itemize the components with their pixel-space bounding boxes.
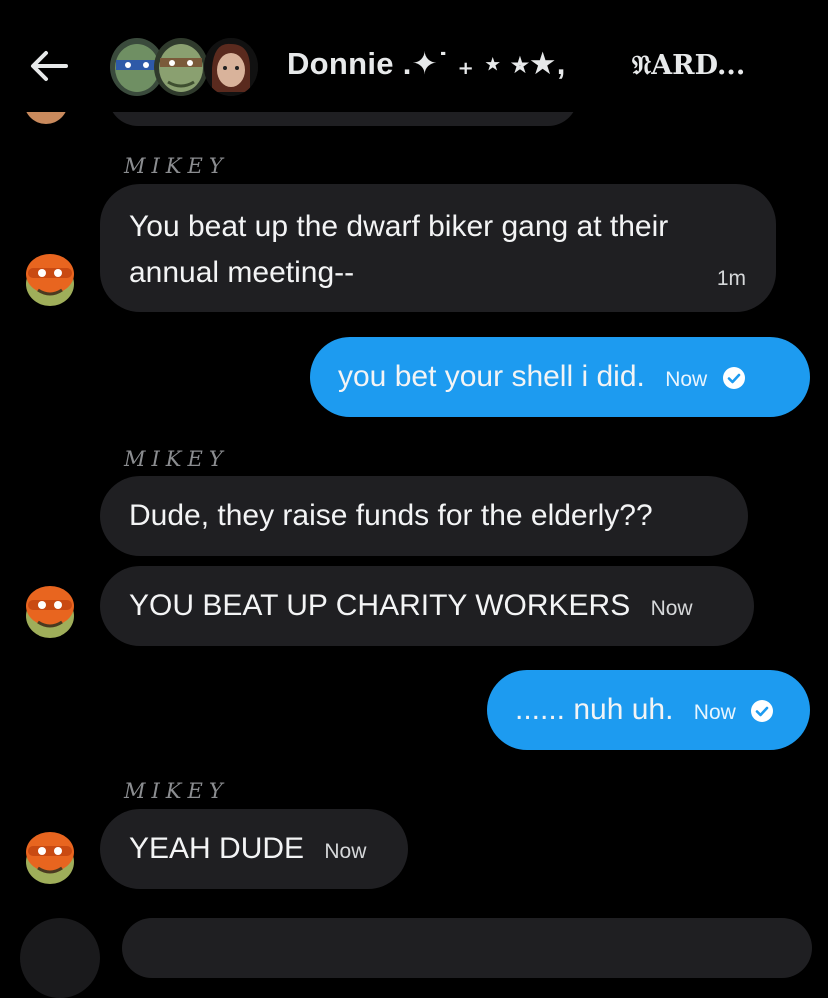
message-timestamp: Now (665, 368, 708, 391)
mikey-avatar[interactable] (20, 826, 80, 888)
incoming-message-bubble[interactable]: Dude, they raise funds for the elderly?? (100, 476, 748, 556)
message-timestamp: Now (693, 701, 736, 724)
group-avatars[interactable] (110, 36, 258, 100)
chat-header: Donnie .✦˙ ₊ ⋆ ⭒★, 𝔑ARD... (0, 0, 828, 112)
read-receipt-icon (751, 700, 774, 723)
message-timestamp: Now (650, 597, 693, 620)
composer-action-button[interactable] (20, 918, 100, 998)
message-text-line: annual meeting-- (129, 256, 355, 289)
message-text: YOU BEAT UP CHARITY WORKERS (129, 589, 631, 622)
message-text: YEAH DUDE (129, 832, 305, 865)
message-text-line: You beat up the dwarf biker gang at thei… (129, 210, 669, 243)
sender-name: MIKEY (124, 154, 229, 178)
message-timestamp: Now (324, 840, 367, 863)
group-avatar-3 (204, 38, 258, 96)
message-text: Dude, they raise funds for the elderly?? (129, 499, 653, 532)
outgoing-message-bubble[interactable]: you bet your shell i did. Now (310, 337, 810, 417)
incoming-message-bubble[interactable]: YOU BEAT UP CHARITY WORKERS Now (100, 566, 754, 646)
arrow-left-icon (31, 51, 68, 81)
incoming-message-bubble[interactable]: You beat up the dwarf biker gang at thei… (100, 184, 776, 312)
message-timestamp: 1m (716, 267, 746, 290)
incoming-message-bubble[interactable]: YEAH DUDE Now (100, 809, 408, 889)
mikey-avatar[interactable] (20, 248, 80, 310)
chat-title[interactable]: Donnie .✦˙ ₊ ⋆ ⭒★, (287, 46, 566, 83)
message-text: ...... nuh uh. (515, 693, 674, 726)
chat-subtitle[interactable]: 𝔑ARD... (632, 50, 745, 82)
back-button[interactable] (26, 46, 70, 86)
outgoing-message-bubble[interactable]: ...... nuh uh. Now (487, 670, 810, 750)
message-composer-input[interactable] (122, 918, 812, 978)
read-receipt-icon (722, 367, 745, 390)
sender-name: MIKEY (124, 779, 229, 803)
message-text: you bet your shell i did. (338, 360, 645, 393)
sender-name: MIKEY (124, 447, 229, 471)
mikey-avatar[interactable] (20, 580, 80, 642)
group-avatar-2 (154, 38, 208, 96)
